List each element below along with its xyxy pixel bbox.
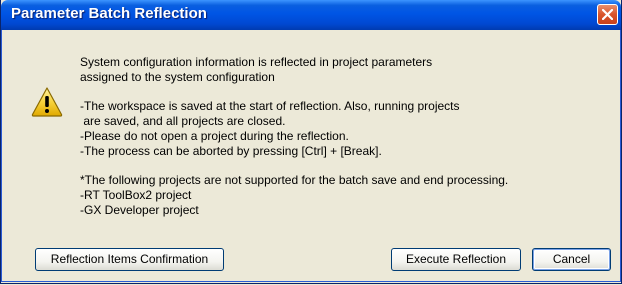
message-line: assigned to the system configuration bbox=[80, 70, 275, 84]
message-line: System configuration information is refl… bbox=[80, 55, 433, 69]
cancel-button[interactable]: Cancel bbox=[532, 248, 611, 271]
message-line: are saved, and all projects are closed. bbox=[80, 114, 286, 128]
title-bar[interactable]: Parameter Batch Reflection bbox=[1, 0, 621, 30]
dialog-window: Parameter Batch Reflection System config… bbox=[0, 0, 622, 284]
close-button[interactable] bbox=[597, 4, 618, 25]
reflection-items-confirmation-button[interactable]: Reflection Items Confirmation bbox=[35, 248, 224, 271]
warning-icon bbox=[31, 87, 63, 117]
message-line: -The workspace is saved at the start of … bbox=[80, 99, 460, 113]
message-line: -GX Developer project bbox=[80, 203, 199, 217]
close-icon bbox=[602, 9, 613, 20]
message-line: *The following projects are not supporte… bbox=[80, 173, 509, 187]
message-line: -Please do not open a project during the… bbox=[80, 129, 349, 143]
message-line: -The process can be aborted by pressing … bbox=[80, 144, 382, 158]
dialog-title: Parameter Batch Reflection bbox=[11, 5, 207, 22]
execute-reflection-button[interactable]: Execute Reflection bbox=[391, 248, 521, 271]
message-line: -RT ToolBox2 project bbox=[80, 188, 192, 202]
